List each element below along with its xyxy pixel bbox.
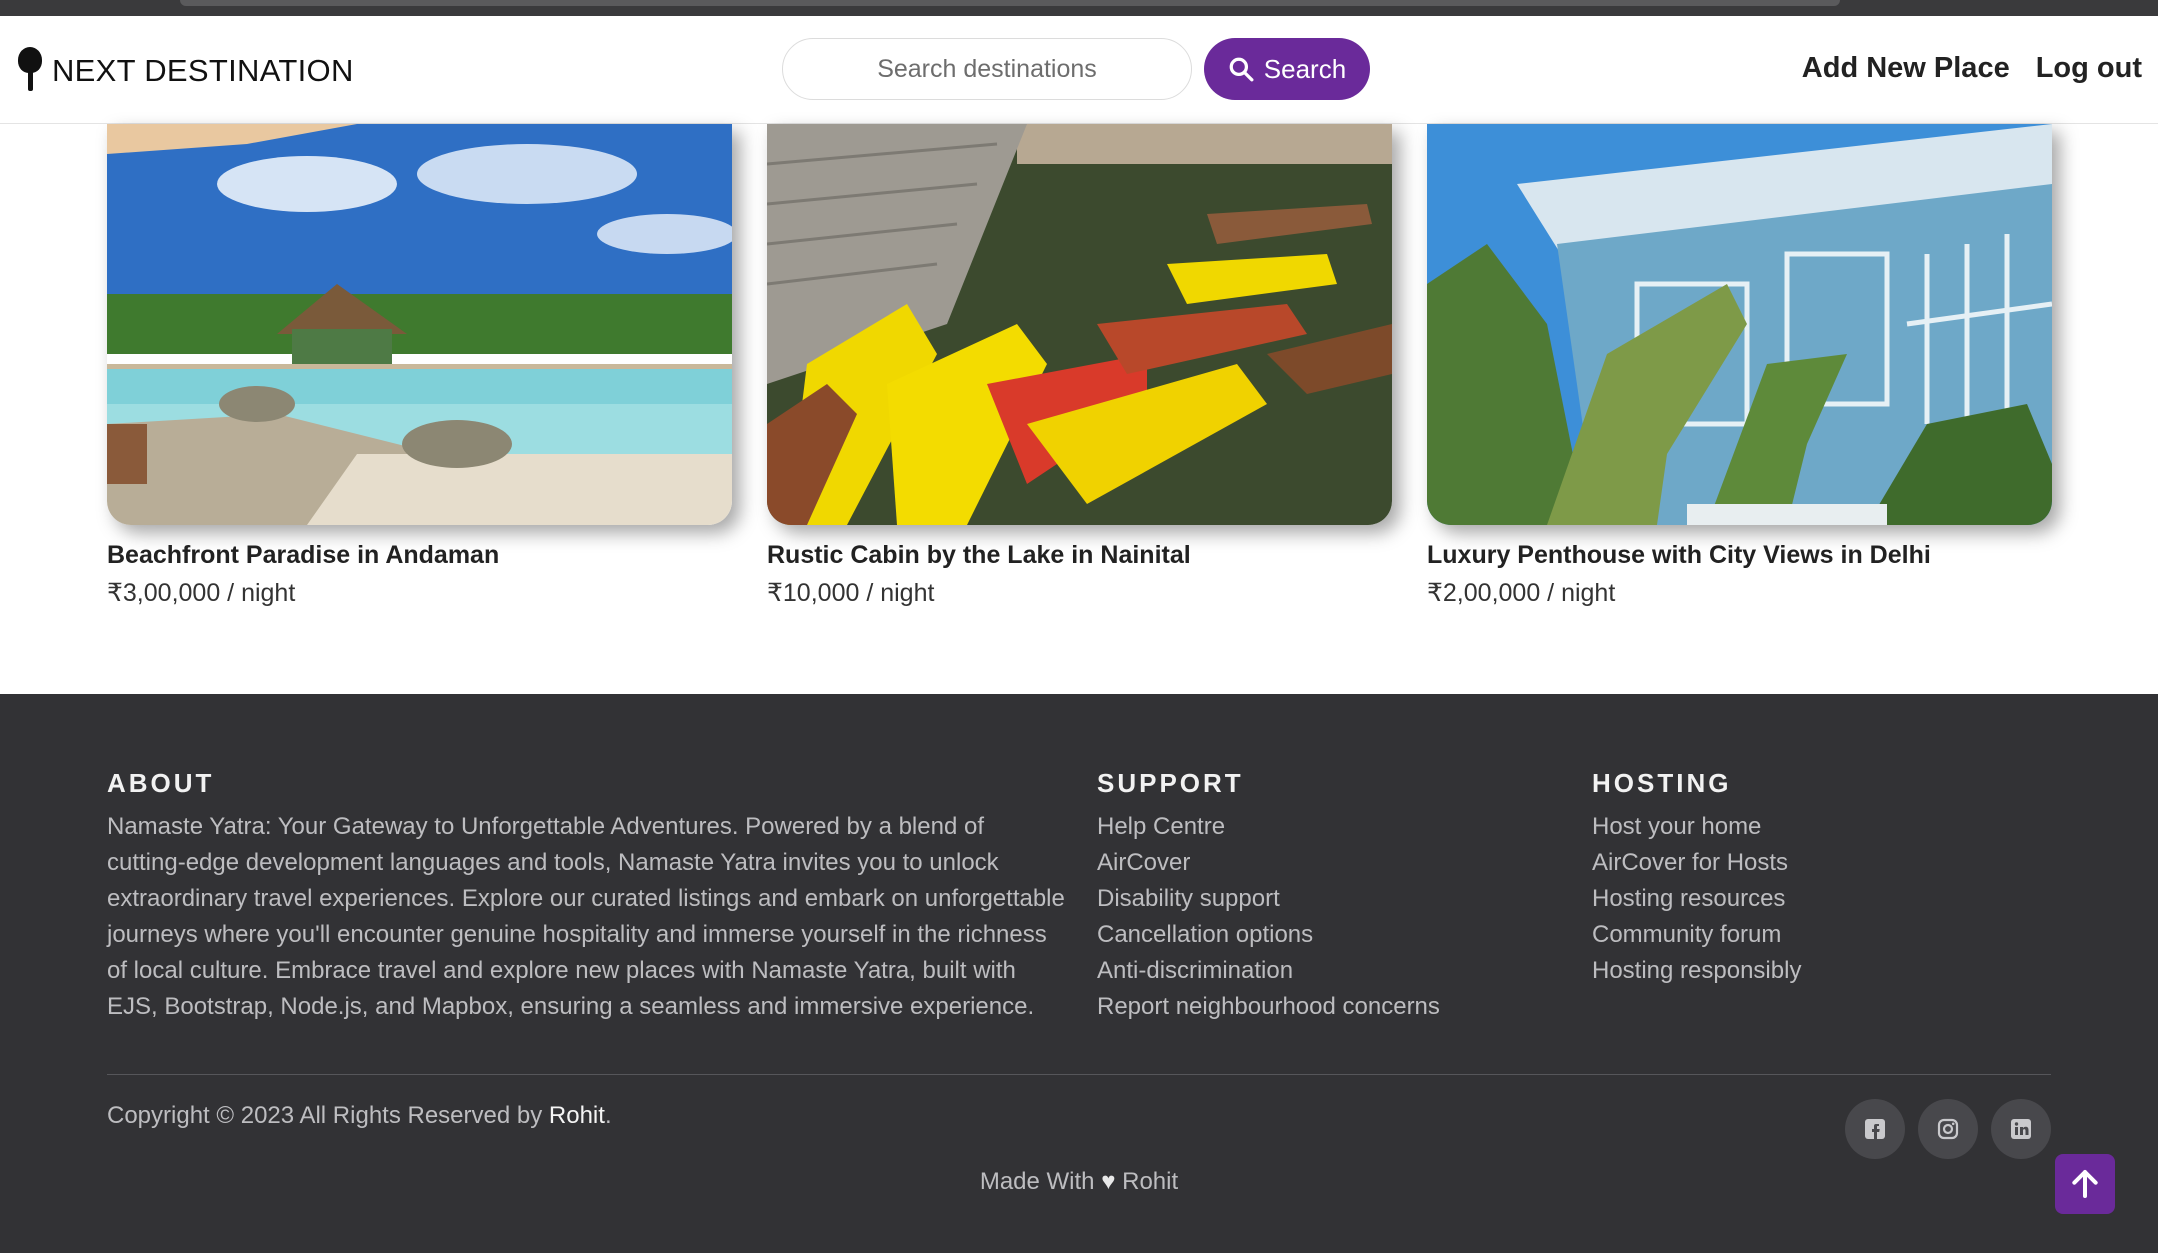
- brand[interactable]: NEXT DESTINATION: [16, 46, 354, 96]
- hosting-link-community[interactable]: Community forum: [1592, 917, 1801, 953]
- scrollbar-track: [180, 0, 1840, 6]
- search-icon: [1229, 57, 1254, 82]
- listing-card[interactable]: Rustic Cabin by the Lake in Nainital ₹10…: [767, 124, 1392, 608]
- hosting-heading: HOSTING: [1592, 768, 1732, 798]
- made-with-text: Made With: [979, 1168, 1102, 1195]
- browser-top-strip: [0, 0, 2158, 16]
- copyright-owner-link[interactable]: Rohit: [549, 1102, 605, 1129]
- price-value: ₹2,00,000: [1427, 579, 1541, 607]
- scroll-to-top-button[interactable]: [2055, 1154, 2115, 1214]
- support-link-aircover[interactable]: AirCover: [1097, 845, 1440, 881]
- listing-card[interactable]: Luxury Penthouse with City Views in Delh…: [1427, 124, 2052, 608]
- listing-price: ₹10,000 / night: [767, 578, 1392, 608]
- social-links: [1845, 1099, 2051, 1159]
- about-heading: ABOUT: [107, 768, 215, 798]
- support-link-cancellation[interactable]: Cancellation options: [1097, 917, 1440, 953]
- footer-about: ABOUT Namaste Yatra: Your Gateway to Unf…: [107, 768, 1067, 1025]
- listings-grid: Beachfront Paradise in Andaman ₹3,00,000…: [107, 124, 2052, 624]
- search-button-label: Search: [1263, 53, 1347, 84]
- footer-hosting: HOSTING Host your home AirCover for Host…: [1592, 768, 1801, 989]
- hosting-link-aircover-hosts[interactable]: AirCover for Hosts: [1592, 845, 1801, 881]
- pin-icon: [16, 47, 44, 95]
- price-value: ₹3,00,000: [107, 579, 221, 607]
- search-button[interactable]: Search: [1204, 38, 1370, 100]
- about-text: Namaste Yatra: Your Gateway to Unforgett…: [107, 813, 1065, 1020]
- listing-title: Rustic Cabin by the Lake in Nainital: [767, 541, 1191, 569]
- linkedin-icon[interactable]: [1991, 1099, 2051, 1159]
- listing-title: Luxury Penthouse with City Views in Delh…: [1427, 541, 1931, 569]
- listing-price: ₹2,00,000 / night: [1427, 578, 2052, 608]
- listing-image[interactable]: [1427, 124, 2052, 525]
- copyright: Copyright © 2023 All Rights Reserved by …: [107, 1102, 612, 1130]
- footer-divider: [107, 1074, 2051, 1075]
- listing-image[interactable]: [767, 124, 1392, 525]
- listing-card[interactable]: Beachfront Paradise in Andaman ₹3,00,000…: [107, 124, 732, 608]
- brand-name: NEXT DESTINATION: [52, 53, 354, 88]
- hosting-link-responsibly[interactable]: Hosting responsibly: [1592, 953, 1801, 989]
- search-form: Search: [782, 38, 1370, 100]
- support-link-help-centre[interactable]: Help Centre: [1097, 809, 1440, 845]
- arrow-up-icon: [2072, 1170, 2098, 1198]
- facebook-icon[interactable]: [1845, 1099, 1905, 1159]
- price-unit: / night: [1540, 579, 1616, 607]
- price-unit: / night: [220, 579, 296, 607]
- instagram-icon[interactable]: [1918, 1099, 1978, 1159]
- support-link-anti-discrimination[interactable]: Anti-discrimination: [1097, 953, 1440, 989]
- search-input[interactable]: [782, 38, 1192, 100]
- copyright-text: Copyright © 2023 All Rights Reserved by: [107, 1102, 549, 1129]
- made-with-author: Rohit: [1115, 1168, 1179, 1195]
- navbar: NEXT DESTINATION Search Add New Place Lo…: [0, 16, 2158, 124]
- made-with: Made With ♥ Rohit: [0, 1168, 2158, 1196]
- listing-image[interactable]: [107, 124, 732, 525]
- heart-icon: ♥: [1101, 1168, 1116, 1195]
- listing-title: Beachfront Paradise in Andaman: [107, 541, 500, 569]
- footer-support: SUPPORT Help Centre AirCover Disability …: [1097, 768, 1440, 1025]
- hosting-link-host-home[interactable]: Host your home: [1592, 809, 1801, 845]
- hosting-link-resources[interactable]: Hosting resources: [1592, 881, 1801, 917]
- price-unit: / night: [859, 579, 935, 607]
- copyright-period: .: [604, 1102, 612, 1129]
- support-heading: SUPPORT: [1097, 768, 1244, 798]
- logout-link[interactable]: Log out: [2036, 52, 2142, 85]
- support-link-report[interactable]: Report neighbourhood concerns: [1097, 989, 1440, 1025]
- nav-links: Add New Place Log out: [1802, 52, 2142, 85]
- listing-price: ₹3,00,000 / night: [107, 578, 732, 608]
- add-new-place-link[interactable]: Add New Place: [1802, 52, 2010, 85]
- support-link-disability[interactable]: Disability support: [1097, 881, 1440, 917]
- price-value: ₹10,000: [767, 579, 860, 607]
- footer: ABOUT Namaste Yatra: Your Gateway to Unf…: [0, 694, 2158, 1253]
